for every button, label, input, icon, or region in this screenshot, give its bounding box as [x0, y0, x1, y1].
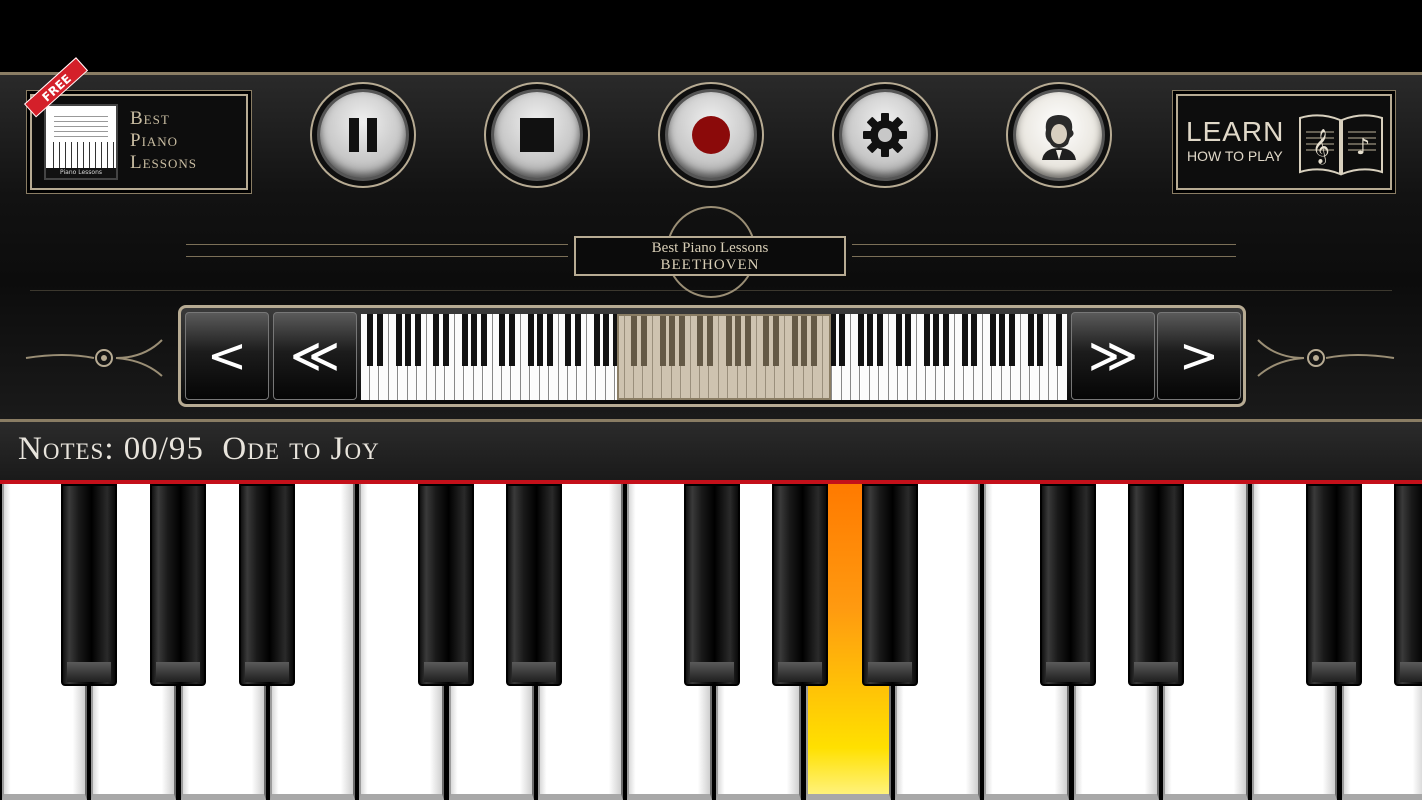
piano-keyboard: [0, 484, 1422, 800]
stop-icon: [520, 118, 554, 152]
mini-black-key: [1008, 314, 1015, 366]
piano-black-key[interactable]: [1040, 484, 1096, 686]
piano-black-key[interactable]: [61, 484, 117, 686]
notes-bar: Notes: 00/95 Ode to Joy: [0, 422, 1422, 480]
mini-black-key: [546, 314, 553, 366]
mini-black-key: [961, 314, 968, 366]
song-title: Ode to Joy: [222, 431, 380, 467]
promo-title-line: Best: [130, 108, 170, 129]
mini-black-key: [442, 314, 449, 366]
title-emblem: Best Piano Lessons BEETHOVEN: [574, 236, 846, 276]
piano-black-key[interactable]: [772, 484, 828, 686]
thumbnail-label: Piano Lessons: [46, 168, 116, 178]
fast-scroll-right-button[interactable]: ≫: [1071, 312, 1155, 400]
mini-black-key: [480, 314, 487, 366]
mini-black-key: [867, 314, 874, 366]
pause-button[interactable]: [320, 92, 406, 178]
mini-black-key: [499, 314, 506, 366]
promo-title: Best Piano Lessons: [130, 108, 240, 174]
stop-button-frame: [484, 82, 590, 190]
mini-black-key: [574, 314, 581, 366]
mini-black-key: [593, 314, 600, 366]
mini-black-key: [933, 314, 940, 366]
svg-text:𝄞: 𝄞: [1312, 129, 1330, 165]
mini-black-key: [603, 314, 610, 366]
fast-scroll-left-button[interactable]: ≪: [273, 312, 357, 400]
divider-line: [852, 244, 1236, 245]
divider-line: [186, 256, 568, 257]
beethoven-button-frame: [1006, 82, 1112, 190]
learn-how-to-play-promo[interactable]: LEARN HOW TO PLAY 𝄞 ♪: [1176, 94, 1392, 190]
scroll-right-button[interactable]: >: [1157, 312, 1241, 400]
notes-count: 00/95: [123, 431, 204, 467]
promo-title-line: Lessons: [130, 152, 198, 173]
mini-black-key: [508, 314, 515, 366]
mini-black-key: [527, 314, 534, 366]
piano-black-key[interactable]: [1306, 484, 1362, 686]
left-scroll-ornament-icon: [25, 339, 163, 377]
beethoven-button[interactable]: [1016, 92, 1102, 178]
record-button[interactable]: [668, 92, 754, 178]
keyboard-overview[interactable]: [361, 314, 1067, 400]
piano-black-key[interactable]: [418, 484, 474, 686]
right-scroll-ornament-icon: [1257, 339, 1395, 377]
mini-black-key: [395, 314, 402, 366]
notes-status: Notes: 00/95 Ode to Joy: [18, 431, 380, 468]
emblem-title: Best Piano Lessons: [651, 240, 769, 256]
top-bar: [0, 0, 1422, 72]
pause-icon: [349, 118, 377, 152]
app-thumbnail-icon: Piano Lessons: [44, 104, 118, 180]
visible-range-window[interactable]: [617, 314, 831, 400]
best-piano-lessons-promo[interactable]: Piano Lessons FREE Best Piano Lessons: [24, 57, 248, 190]
mini-black-key: [414, 314, 421, 366]
piano-black-key[interactable]: [1394, 484, 1422, 686]
record-icon: [692, 116, 730, 154]
mini-black-key: [1027, 314, 1034, 366]
mini-black-key: [537, 314, 544, 366]
mini-black-key: [367, 314, 374, 366]
mini-black-key: [857, 314, 864, 366]
learn-title: LEARN: [1186, 116, 1285, 147]
mini-black-key: [376, 314, 383, 366]
keyboard-scroller: < ≪ ≫ >: [178, 305, 1246, 407]
piano-black-key[interactable]: [684, 484, 740, 686]
mini-black-key: [876, 314, 883, 366]
divider-line: [186, 244, 568, 245]
mini-black-key: [895, 314, 902, 366]
pause-button-frame: [310, 82, 416, 190]
music-book-icon: 𝄞 ♪: [1299, 114, 1383, 176]
piano-black-key[interactable]: [1128, 484, 1184, 686]
mini-black-key: [1055, 314, 1062, 366]
record-button-frame: [658, 82, 764, 190]
piano-black-key[interactable]: [239, 484, 295, 686]
svg-text:♪: ♪: [1356, 135, 1370, 160]
divider-line: [852, 256, 1236, 257]
mini-black-key: [838, 314, 845, 366]
promo-title-line: Piano: [130, 130, 179, 151]
piano-black-key[interactable]: [150, 484, 206, 686]
mini-black-key: [471, 314, 478, 366]
mini-black-key: [989, 314, 996, 366]
stop-button[interactable]: [494, 92, 580, 178]
emblem-subtitle: BEETHOVEN: [660, 257, 760, 273]
mini-black-key: [999, 314, 1006, 366]
learn-subtitle: HOW TO PLAY: [1187, 148, 1283, 164]
mini-black-key: [565, 314, 572, 366]
mini-black-key: [942, 314, 949, 366]
mini-black-key: [461, 314, 468, 366]
mini-black-key: [904, 314, 911, 366]
mini-black-key: [970, 314, 977, 366]
gear-icon: [863, 113, 907, 157]
mini-black-key: [923, 314, 930, 366]
settings-button[interactable]: [842, 92, 928, 178]
settings-button-frame: [832, 82, 938, 190]
scroll-left-button[interactable]: <: [185, 312, 269, 400]
piano-black-key[interactable]: [862, 484, 918, 686]
mini-black-key: [1036, 314, 1043, 366]
piano-black-key[interactable]: [506, 484, 562, 686]
notes-label: Notes:: [18, 431, 115, 467]
mini-black-key: [433, 314, 440, 366]
beethoven-portrait-icon: [1042, 115, 1076, 160]
mini-black-key: [405, 314, 412, 366]
